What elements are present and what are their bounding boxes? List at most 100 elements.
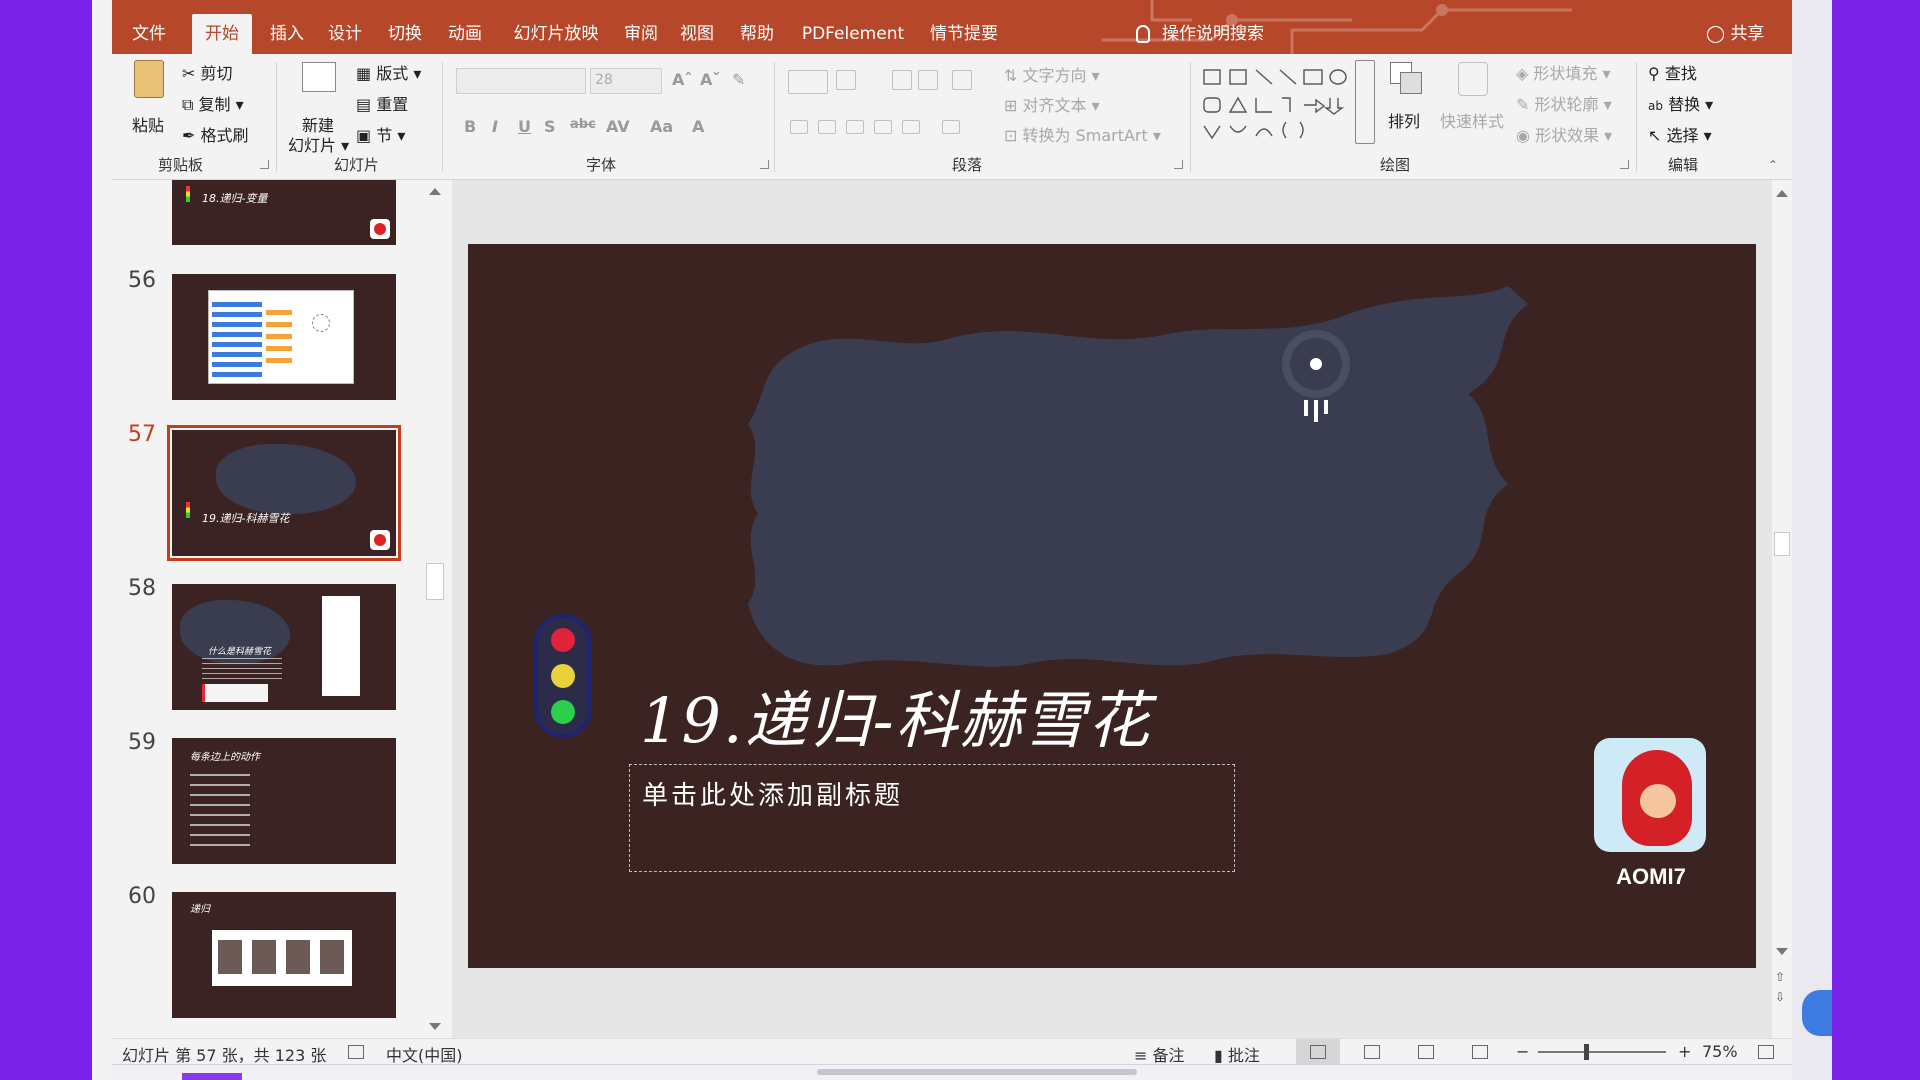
- increase-indent-icon[interactable]: [918, 70, 938, 90]
- text-direction-button[interactable]: ⇅ 文字方向 ▾: [1004, 62, 1100, 86]
- fit-to-window-icon[interactable]: [1758, 1045, 1774, 1059]
- paint-bucket-icon: ◈: [1516, 64, 1529, 83]
- bullets-icon[interactable]: [788, 70, 828, 94]
- tell-me-search[interactable]: 操作说明搜索: [1136, 14, 1264, 54]
- tab-home[interactable]: 开始: [192, 14, 252, 54]
- aomi7-logo-icon: [1594, 738, 1706, 852]
- tab-insert[interactable]: 插入: [264, 14, 310, 54]
- slide-thumbnail-57[interactable]: 19.递归-科赫雪花: [167, 425, 401, 561]
- slide-title[interactable]: 19.递归-科赫雪花: [640, 670, 1152, 760]
- tell-me-label: 操作说明搜索: [1162, 24, 1264, 44]
- slide-counter: 幻灯片 第 57 张，共 123 张: [122, 1046, 327, 1065]
- char-spacing-button[interactable]: AV: [606, 117, 630, 136]
- reading-view-icon[interactable]: [1418, 1045, 1434, 1059]
- tab-review[interactable]: 审阅: [618, 14, 664, 54]
- align-right-icon[interactable]: [846, 120, 864, 134]
- tab-storyboard[interactable]: 情节提要: [924, 14, 1004, 54]
- font-size-combo[interactable]: 28: [590, 68, 662, 94]
- tab-slideshow[interactable]: 幻灯片放映: [506, 14, 606, 54]
- drawing-group-label: 绘图: [1380, 156, 1411, 174]
- shadow-button[interactable]: S: [544, 117, 556, 136]
- accessibility-icon[interactable]: [348, 1045, 364, 1059]
- clipboard-launcher-icon[interactable]: [260, 160, 269, 169]
- tab-view[interactable]: 视图: [674, 14, 720, 54]
- slide-thumbnail-56[interactable]: [172, 274, 396, 400]
- align-left-icon[interactable]: [790, 120, 808, 134]
- tab-animations[interactable]: 动画: [442, 14, 488, 54]
- underline-button[interactable]: U: [518, 117, 531, 136]
- slide-thumbnail-59[interactable]: 每条边上的动作: [172, 738, 396, 864]
- slide-thumbnail-55[interactable]: 18.递归-变量: [172, 180, 396, 245]
- font-family-combo[interactable]: [456, 68, 586, 94]
- shape-gallery-scroll[interactable]: [1355, 60, 1375, 144]
- select-button[interactable]: ↖ 选择 ▾: [1648, 122, 1712, 146]
- replace-button[interactable]: ab 替换 ▾: [1648, 91, 1713, 115]
- rocket-icon: [1282, 330, 1350, 422]
- tab-pdfelement[interactable]: PDFelement: [798, 14, 908, 54]
- new-slide-button[interactable]: 新建 幻灯片 ▾: [288, 60, 350, 155]
- align-center-icon[interactable]: [818, 120, 836, 134]
- find-button[interactable]: ⚲ 查找: [1648, 60, 1697, 84]
- zoom-slider[interactable]: [1538, 1051, 1666, 1053]
- tab-help[interactable]: 帮助: [734, 14, 780, 54]
- align-text-button[interactable]: ⊞ 对齐文本 ▾: [1004, 92, 1100, 116]
- slide-thumbnail-60[interactable]: 递归: [172, 892, 396, 1018]
- editor-scrollbar[interactable]: ⇧ ⇩: [1772, 180, 1792, 1038]
- section-button[interactable]: ▣ 节 ▾: [356, 122, 405, 146]
- notes-icon: ≡: [1134, 1046, 1148, 1065]
- brush-icon: ✒: [182, 126, 196, 145]
- thumbnail-scrollbar[interactable]: [423, 180, 449, 1038]
- shape-gallery[interactable]: [1200, 64, 1350, 144]
- tab-transitions[interactable]: 切换: [382, 14, 428, 54]
- cut-button[interactable]: ✂ 剪切: [182, 60, 233, 84]
- numbering-icon[interactable]: [836, 70, 856, 90]
- tab-file[interactable]: 文件: [126, 14, 172, 54]
- shape-fill-button[interactable]: ◈ 形状填充 ▾: [1516, 60, 1611, 84]
- format-painter-button[interactable]: ✒ 格式刷: [182, 122, 249, 146]
- shrink-font-icon[interactable]: Aˇ: [700, 70, 720, 89]
- decrease-indent-icon[interactable]: [892, 70, 912, 90]
- font-launcher-icon[interactable]: [760, 160, 769, 169]
- slideshow-icon[interactable]: [1472, 1045, 1488, 1059]
- grow-font-icon[interactable]: Aˆ: [672, 70, 692, 89]
- change-case-button[interactable]: Aa: [650, 117, 673, 136]
- zoom-level[interactable]: 75%: [1702, 1042, 1738, 1061]
- layout-button[interactable]: ▦ 版式 ▾: [356, 60, 421, 84]
- distribute-icon[interactable]: [942, 120, 960, 134]
- clear-format-icon[interactable]: ✎: [732, 70, 745, 89]
- justify-icon[interactable]: [874, 120, 892, 134]
- slides-group-label: 幻灯片: [334, 156, 380, 174]
- convert-smartart-button[interactable]: ⊡ 转换为 SmartArt ▾: [1004, 122, 1161, 146]
- italic-button[interactable]: I: [492, 117, 498, 136]
- font-color-button[interactable]: A: [692, 117, 704, 136]
- language-indicator[interactable]: 中文(中国): [386, 1042, 463, 1066]
- subtitle-placeholder[interactable]: 单击此处添加副标题: [629, 764, 1235, 872]
- paste-button[interactable]: 粘贴: [130, 60, 170, 150]
- comments-button[interactable]: ▮ 批注: [1214, 1042, 1260, 1066]
- reset-button[interactable]: ▤ 重置: [356, 91, 408, 115]
- collapse-ribbon-icon[interactable]: ⌃: [1768, 158, 1778, 172]
- slide-sorter-icon[interactable]: [1364, 1045, 1380, 1059]
- shape-outline-button[interactable]: ✎ 形状轮廓 ▾: [1516, 91, 1612, 115]
- drawing-launcher-icon[interactable]: [1620, 160, 1629, 169]
- slide-thumbnail-58[interactable]: 什么是科赫雪花: [172, 584, 396, 710]
- zoom-slider-thumb[interactable]: [1584, 1044, 1589, 1060]
- font-group-label: 字体: [586, 156, 617, 174]
- arrange-button[interactable]: 排列: [1386, 60, 1426, 144]
- paragraph-launcher-icon[interactable]: [1174, 160, 1183, 169]
- tab-design[interactable]: 设计: [322, 14, 368, 54]
- notes-button[interactable]: ≡ 备注: [1134, 1042, 1185, 1066]
- previous-slide-icon[interactable]: ⇧: [1775, 970, 1785, 984]
- current-slide[interactable]: 19.递归-科赫雪花 单击此处添加副标题 AOMI7: [468, 244, 1756, 968]
- bold-button[interactable]: B: [464, 117, 476, 136]
- share-button[interactable]: ◯ 共享: [1706, 14, 1764, 54]
- zoom-in-button[interactable]: +: [1678, 1042, 1691, 1061]
- copy-button[interactable]: ⧉ 复制 ▾: [182, 91, 244, 115]
- line-spacing-icon[interactable]: [952, 70, 972, 90]
- columns-icon[interactable]: [902, 120, 920, 134]
- zoom-out-button[interactable]: −: [1516, 1042, 1529, 1061]
- quick-styles-button[interactable]: 快速样式: [1440, 60, 1506, 144]
- shape-effects-button[interactable]: ◉ 形状效果 ▾: [1516, 122, 1612, 146]
- strikethrough-button[interactable]: abc: [570, 117, 596, 132]
- next-slide-icon[interactable]: ⇩: [1775, 990, 1785, 1004]
